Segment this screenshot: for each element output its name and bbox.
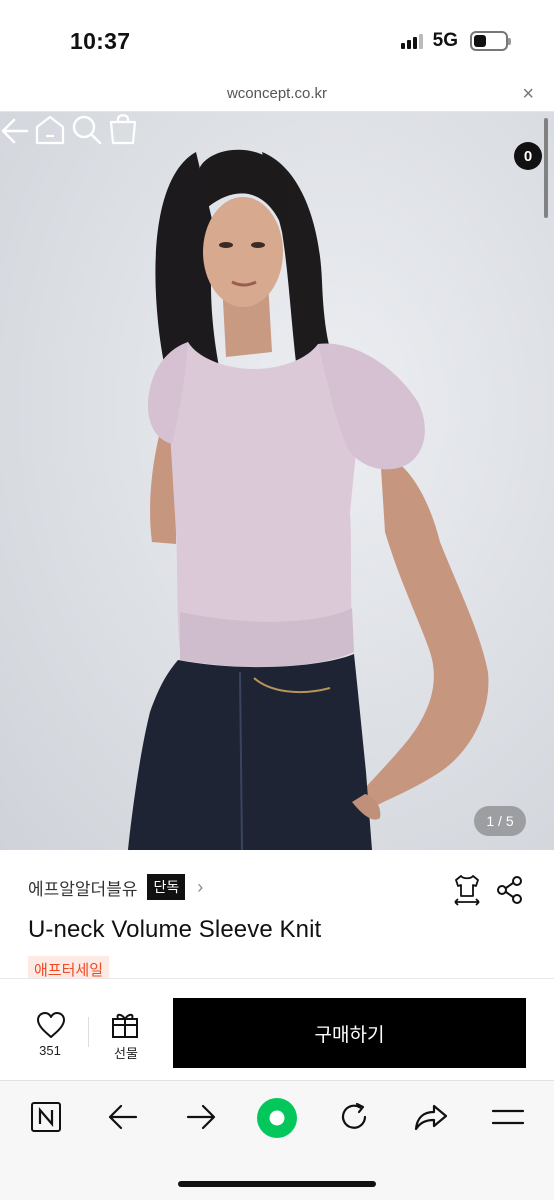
status-indicators: 5G <box>400 30 511 52</box>
signal-icon <box>400 33 423 49</box>
browser-forward-icon[interactable] <box>186 1103 216 1131</box>
like-count: 351 <box>39 1043 61 1058</box>
cart-count-badge: 0 <box>514 142 542 170</box>
scroll-indicator <box>544 118 548 218</box>
heart-icon[interactable] <box>36 1011 66 1039</box>
product-title: U-neck Volume Sleeve Knit <box>28 916 322 943</box>
product-photo <box>128 149 489 850</box>
size-guide-icon[interactable] <box>452 874 482 906</box>
close-icon[interactable]: × <box>522 83 534 106</box>
url-bar[interactable]: wconcept.co.kr × <box>0 80 554 112</box>
status-bar: 10:37 5G <box>0 0 554 80</box>
share-icon[interactable] <box>496 876 524 904</box>
status-time: 10:37 <box>70 28 131 54</box>
home-indicator <box>178 1181 376 1187</box>
divider <box>88 1017 89 1047</box>
naver-icon[interactable] <box>30 1101 62 1133</box>
gift-label[interactable]: 선물 <box>106 1043 146 1062</box>
network-label: 5G <box>432 30 458 51</box>
reload-icon[interactable] <box>338 1101 370 1133</box>
green-dot-icon[interactable] <box>256 1097 298 1139</box>
exclusive-badge: 단독 <box>147 874 186 900</box>
product-image-carousel[interactable] <box>0 112 554 850</box>
product-info: 에프알알더블유 단독 › U-neck Volume Sleeve Knit 애… <box>0 850 554 983</box>
purchase-bar: 351 선물 구매하기 <box>0 978 554 1080</box>
brand-link[interactable]: 에프알알더블유 단독 › <box>28 874 203 900</box>
browser-share-icon[interactable] <box>414 1103 448 1131</box>
buy-button[interactable]: 구매하기 <box>173 998 526 1068</box>
menu-icon[interactable] <box>492 1107 524 1127</box>
gift-icon[interactable] <box>111 1011 139 1039</box>
brand-name[interactable]: 에프알알더블유 <box>28 875 137 900</box>
image-pager: 1 / 5 <box>474 806 526 836</box>
browser-back-icon[interactable] <box>108 1103 138 1131</box>
chevron-right-icon[interactable]: › <box>197 877 203 898</box>
url-text[interactable]: wconcept.co.kr <box>0 85 554 102</box>
battery-icon <box>470 31 511 51</box>
